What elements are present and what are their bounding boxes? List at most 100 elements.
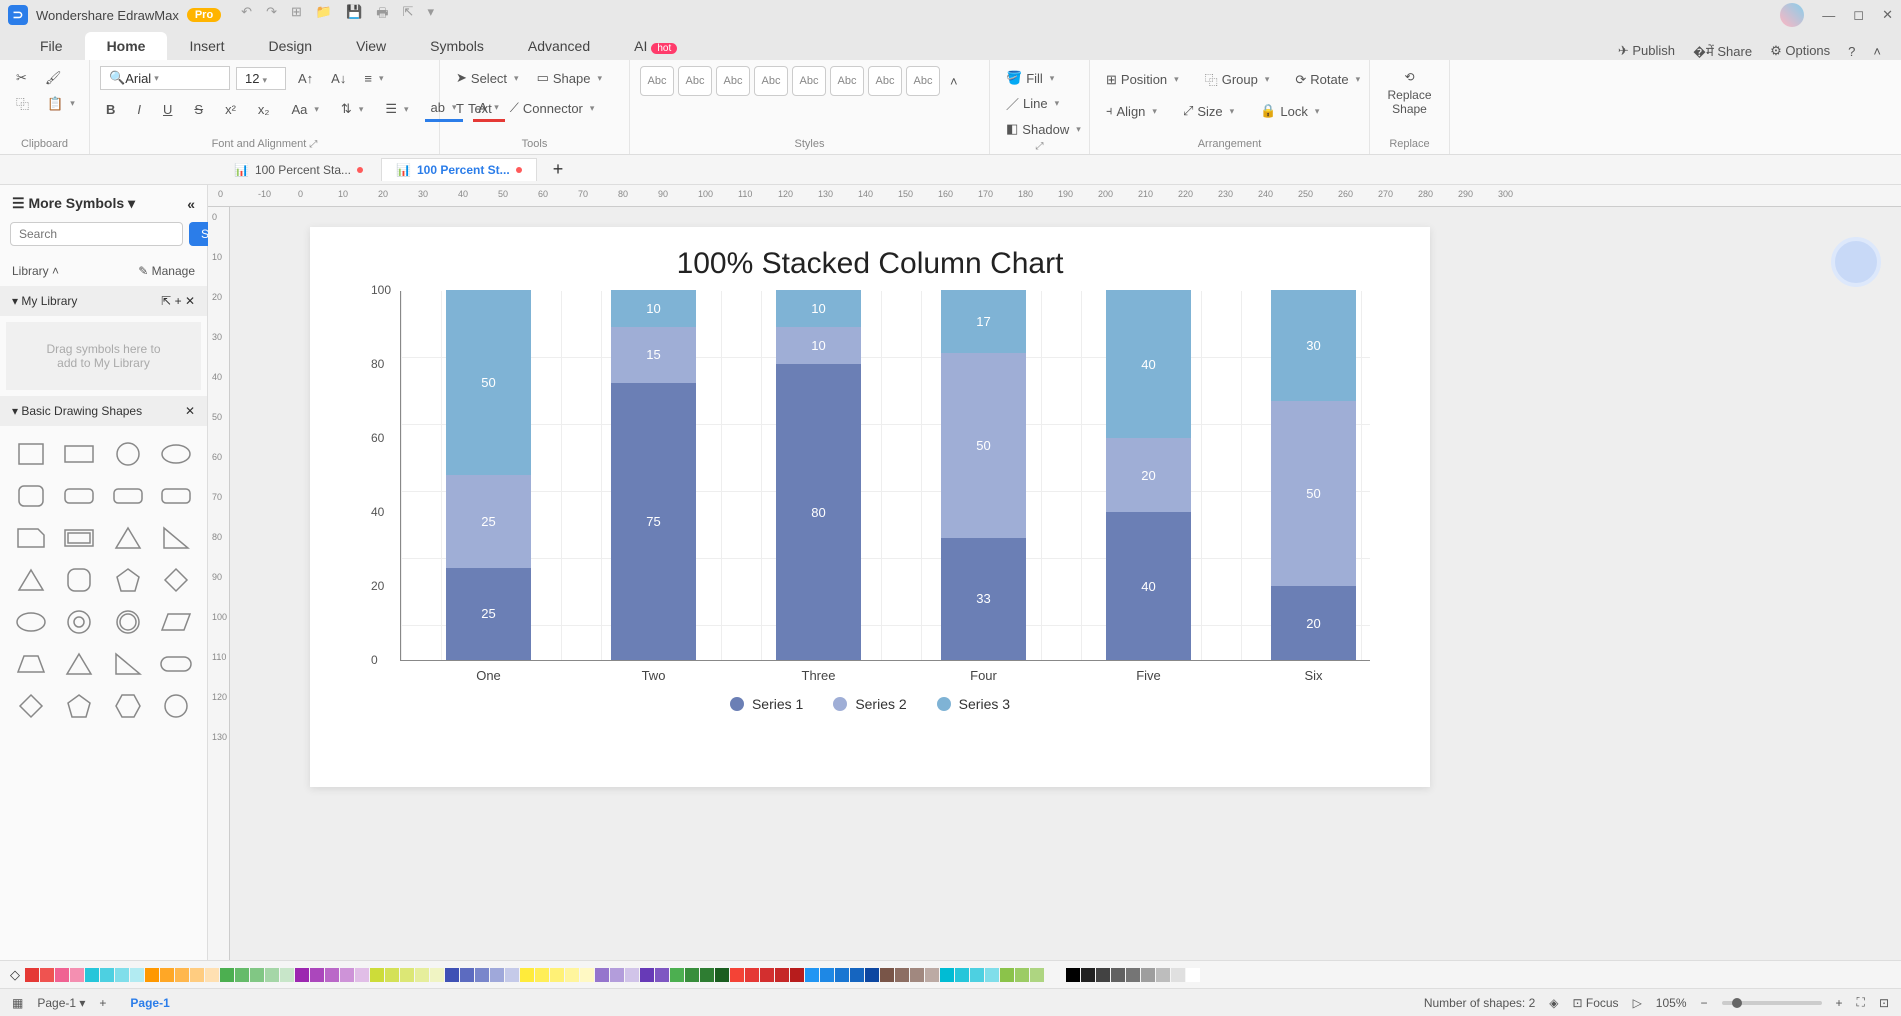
align-icon[interactable]: ≡ <box>358 67 389 90</box>
open-icon[interactable]: 📁 <box>316 4 332 26</box>
color-swatch[interactable] <box>850 968 864 982</box>
page-select[interactable]: Page-1 ▾ <box>37 996 85 1010</box>
shape-pill[interactable] <box>157 648 195 680</box>
align-button[interactable]: ⫞ Align <box>1100 99 1163 123</box>
color-swatch[interactable] <box>1186 968 1200 982</box>
shape-rounded-square2[interactable] <box>60 564 98 596</box>
color-swatch[interactable] <box>310 968 324 982</box>
color-swatch[interactable] <box>730 968 744 982</box>
color-swatch[interactable] <box>670 968 684 982</box>
color-swatch[interactable] <box>745 968 759 982</box>
color-swatch[interactable] <box>610 968 624 982</box>
color-swatch[interactable] <box>1171 968 1185 982</box>
color-swatch[interactable] <box>1141 968 1155 982</box>
maximize-icon[interactable]: ◻ <box>1853 7 1864 23</box>
color-swatch[interactable] <box>1081 968 1095 982</box>
close-section-icon[interactable]: ✕ <box>185 294 195 308</box>
sidebar-title[interactable]: ☰ More Symbols ▾ <box>12 195 135 212</box>
shape-snip[interactable] <box>12 522 50 554</box>
shape-ring[interactable] <box>109 606 147 638</box>
my-library-header[interactable]: ▾ My Library ⇱ + ✕ <box>0 286 207 316</box>
format-painter-icon[interactable]: 🖌 <box>39 66 68 90</box>
group-button[interactable]: ⿻ Group <box>1199 66 1276 93</box>
help-icon[interactable]: ? <box>1848 44 1855 59</box>
shape-diamond[interactable] <box>157 564 195 596</box>
color-swatch[interactable] <box>355 968 369 982</box>
publish-button[interactable]: ✈ Publish <box>1618 43 1675 59</box>
color-swatch[interactable] <box>1066 968 1080 982</box>
close-icon[interactable]: ✕ <box>1882 7 1893 23</box>
style-swatch[interactable]: Abc <box>830 66 864 96</box>
color-swatch[interactable] <box>550 968 564 982</box>
no-fill-icon[interactable]: ◇ <box>10 967 20 983</box>
color-swatch[interactable] <box>865 968 879 982</box>
color-swatch[interactable] <box>910 968 924 982</box>
color-swatch[interactable] <box>1126 968 1140 982</box>
color-swatch[interactable] <box>700 968 714 982</box>
font-family-select[interactable]: 🔍 Arial <box>100 66 230 90</box>
color-swatch[interactable] <box>1156 968 1170 982</box>
shape-rounded-square[interactable] <box>12 480 50 512</box>
shape-parallelogram[interactable] <box>157 606 195 638</box>
shape-rounded-rect3[interactable] <box>157 480 195 512</box>
shape-right-triangle2[interactable] <box>109 648 147 680</box>
copy-icon[interactable]: ⿻ <box>10 90 35 117</box>
tab-symbols[interactable]: Symbols <box>408 32 506 60</box>
cut-icon[interactable]: ✂ <box>10 66 33 90</box>
tab-design[interactable]: Design <box>246 32 334 60</box>
color-swatch[interactable] <box>100 968 114 982</box>
color-swatch[interactable] <box>265 968 279 982</box>
color-swatch[interactable] <box>130 968 144 982</box>
line-spacing-icon[interactable]: ⇅ <box>335 97 369 121</box>
color-swatch[interactable] <box>775 968 789 982</box>
color-swatch[interactable] <box>175 968 189 982</box>
collaboration-avatar-icon[interactable] <box>1831 237 1881 287</box>
manage-button[interactable]: ✎ Manage <box>138 264 195 278</box>
shape-rect[interactable] <box>60 438 98 470</box>
save-icon[interactable]: 💾 <box>346 4 362 26</box>
color-swatch[interactable] <box>655 968 669 982</box>
color-swatch[interactable] <box>970 968 984 982</box>
color-swatch[interactable] <box>1015 968 1029 982</box>
options-button[interactable]: ⚙ Options <box>1770 43 1830 59</box>
color-swatch[interactable] <box>370 968 384 982</box>
undo-icon[interactable]: ↶ <box>241 4 252 26</box>
strike-icon[interactable]: S <box>188 98 209 121</box>
tab-file[interactable]: File <box>18 32 85 60</box>
italic-icon[interactable]: I <box>131 98 147 121</box>
styles-scroll-up-icon[interactable]: ˄ <box>944 70 964 93</box>
tab-home[interactable]: Home <box>85 32 168 60</box>
replace-shape-button[interactable]: ⟲Replace Shape <box>1380 66 1439 120</box>
search-input[interactable] <box>10 222 183 246</box>
decrease-font-icon[interactable]: A↓ <box>325 67 352 90</box>
style-swatch[interactable]: Abc <box>906 66 940 96</box>
shape-right-triangle[interactable] <box>157 522 195 554</box>
color-swatch[interactable] <box>895 968 909 982</box>
tab-view[interactable]: View <box>334 32 408 60</box>
color-swatch[interactable] <box>400 968 414 982</box>
font-expand-icon[interactable]: ⤢ <box>309 139 317 150</box>
subscript-icon[interactable]: x₂ <box>252 98 276 121</box>
style-swatch[interactable]: Abc <box>678 66 712 96</box>
more-icon[interactable]: ▾ <box>427 4 434 26</box>
color-swatch[interactable] <box>535 968 549 982</box>
bullets-icon[interactable]: ☰ <box>379 97 414 121</box>
shape-diamond2[interactable] <box>12 690 50 722</box>
minimize-icon[interactable]: — <box>1822 8 1835 23</box>
color-swatch[interactable] <box>925 968 939 982</box>
add-icon[interactable]: + <box>175 294 182 308</box>
style-swatch[interactable]: Abc <box>792 66 826 96</box>
shape-pentagon[interactable] <box>109 564 147 596</box>
fullscreen-icon[interactable]: ⊡ <box>1879 996 1889 1010</box>
rotate-button[interactable]: ⟳ Rotate <box>1289 68 1366 92</box>
tab-ai[interactable]: AIhot <box>612 32 699 60</box>
export-icon[interactable]: ⇱ <box>403 4 414 26</box>
style-swatch[interactable]: Abc <box>754 66 788 96</box>
chart-object[interactable]: 100% Stacked Column Chart 02040608010050… <box>350 247 1390 757</box>
color-swatch[interactable] <box>190 968 204 982</box>
underline-icon[interactable]: U <box>157 98 178 121</box>
style-swatch[interactable]: Abc <box>868 66 902 96</box>
fit-page-icon[interactable]: ⛶ <box>1857 995 1865 1010</box>
color-swatch[interactable] <box>430 968 444 982</box>
close-section-icon[interactable]: ✕ <box>185 404 195 418</box>
